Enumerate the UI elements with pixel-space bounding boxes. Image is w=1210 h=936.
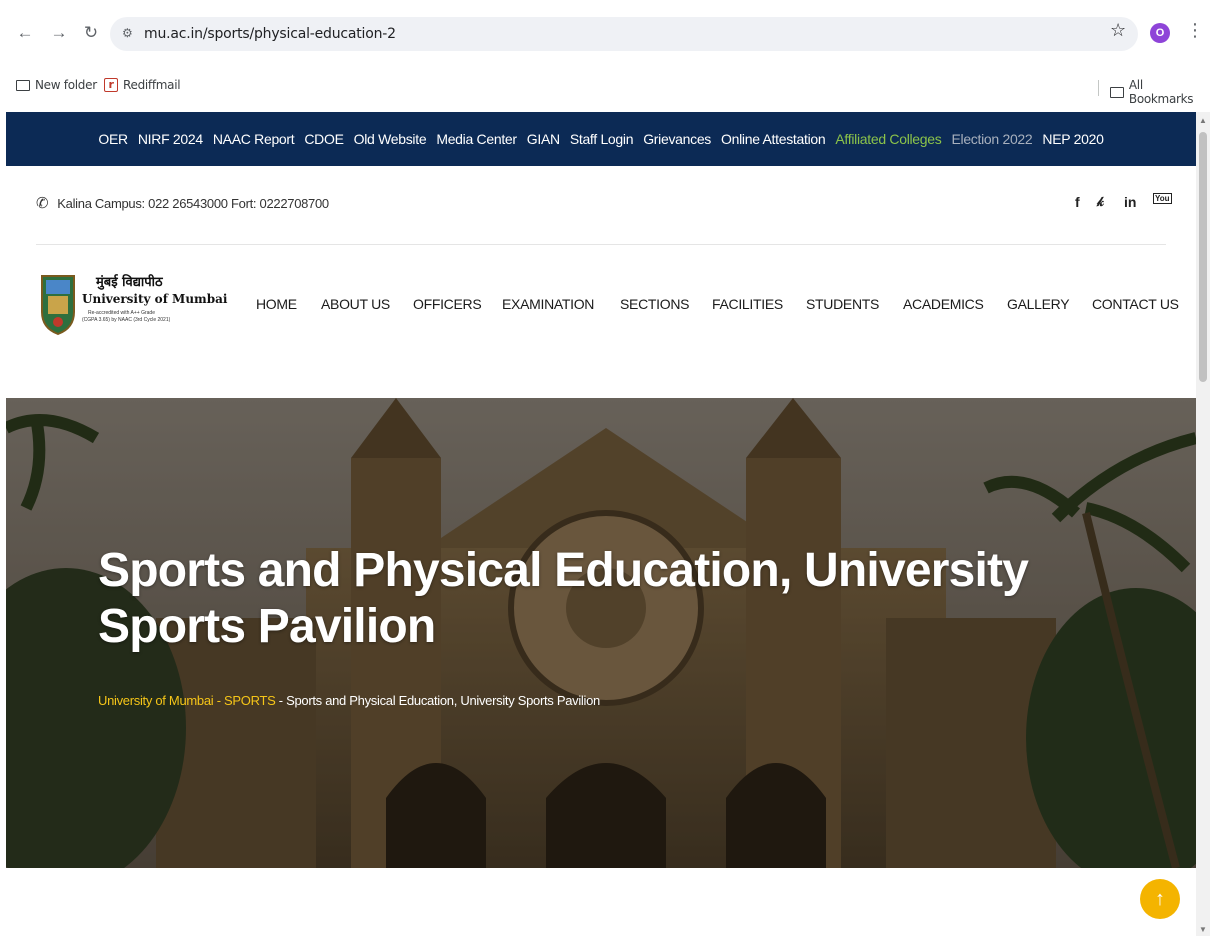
topnav-item-election-2022[interactable]: Election 2022 [946,131,1037,147]
contact-text: Kalina Campus: 022 26543000 Fort: 022270… [57,195,329,211]
phone-icon: ✆ [36,195,49,212]
folder-icon [16,79,30,91]
nav-officers[interactable]: OFFICERS [413,296,482,312]
topnav-item-cdoe[interactable]: CDOE [299,131,348,147]
twitter-icon[interactable]: 𝓀 [1097,194,1104,210]
contact-info: ✆ Kalina Campus: 022 26543000 Fort: 0222… [36,194,329,212]
logo-cgpa: (CGPA 3.65) by NAAC (3rd Cycle 2021) [82,317,171,323]
facebook-icon[interactable]: f [1075,194,1080,210]
nav-about-us[interactable]: ABOUT US [321,296,390,312]
nav-gallery[interactable]: GALLERY [1007,296,1070,312]
all-bookmarks-button[interactable]: All Bookmarks [1110,78,1210,106]
bookmark-rediffmail[interactable]: r Rediffmail [104,78,181,92]
forward-icon[interactable]: → [48,22,70,44]
nav-contact-us[interactable]: CONTACT US [1092,296,1179,312]
main-nav: HOME ABOUT US OFFICERS EXAMINATION SECTI… [0,296,1196,316]
header-divider [36,244,1166,245]
topnav-item-gian[interactable]: GIAN [522,131,565,147]
topnav-item-nep-2020[interactable]: NEP 2020 [1037,131,1108,147]
breadcrumb-home[interactable]: University of Mumbai [98,693,214,708]
topnav-item-nirf-2024[interactable]: NIRF 2024 [133,131,208,147]
topnav-item-media-center[interactable]: Media Center [431,131,521,147]
page-scrollbar[interactable]: ▲ ▼ [1196,112,1210,936]
bookmarks-divider [1098,80,1099,96]
nav-students[interactable]: STUDENTS [806,296,879,312]
linkedin-icon[interactable]: in [1124,194,1136,210]
nav-facilities[interactable]: FACILITIES [712,296,783,312]
back-to-top-button[interactable]: ↑ [1140,879,1180,919]
scroll-up-icon[interactable]: ▲ [1199,116,1207,125]
url-text[interactable]: mu.ac.in/sports/physical-education-2 [144,26,396,42]
address-bar[interactable]: ⚙ mu.ac.in/sports/physical-education-2 [110,17,1138,51]
top-utility-nav: OER NIRF 2024 NAAC Report CDOE Old Website Me… [6,112,1196,166]
nav-home[interactable]: HOME [256,296,297,312]
page-title: Sports and Physical Education, Universit… [98,544,1029,653]
breadcrumb-separator: - [278,693,287,708]
topnav-item-online-attestation[interactable]: Online Attestation [716,131,830,147]
bookmark-new-folder[interactable]: New folder [16,78,97,92]
nav-academics[interactable]: ACADEMICS [903,296,984,312]
rediffmail-icon: r [104,78,118,92]
browser-menu-icon[interactable]: ⋮ [1186,20,1204,41]
scroll-down-icon[interactable]: ▼ [1199,925,1207,934]
topnav-item-naac-report[interactable]: NAAC Report [208,131,300,147]
youtube-icon[interactable]: You [1153,193,1172,204]
nav-examination[interactable]: EXAMINATION [502,296,594,312]
back-icon[interactable]: ← [14,22,36,44]
breadcrumb-sports[interactable]: SPORTS [224,693,276,708]
breadcrumb: University of Mumbai - SPORTS - Sports a… [98,693,600,708]
reload-icon[interactable]: ↻ [80,22,102,44]
bookmark-star-icon[interactable]: ☆ [1110,20,1126,41]
browser-toolbar: ← → ↻ ⚙ mu.ac.in/sports/physical-educati… [0,0,1210,70]
bookmark-label: Rediffmail [123,78,181,92]
all-bookmarks-label: All Bookmarks [1128,78,1194,106]
topnav-item-oer[interactable]: OER [93,131,132,147]
logo-hindi-text: मुंबई विद्यापीठ [96,275,163,290]
bookmark-label: New folder [35,78,97,92]
breadcrumb-current: Sports and Physical Education, Universit… [286,693,600,708]
breadcrumb-separator: - [216,693,225,708]
topnav-item-old-website[interactable]: Old Website [349,131,432,147]
topnav-item-affiliated-colleges[interactable]: Affiliated Colleges [830,131,946,147]
folder-icon [1110,86,1124,98]
site-info-icon[interactable]: ⚙ [122,26,133,40]
bookmarks-bar: New folder r Rediffmail All Bookmarks [0,74,1210,106]
nav-sections[interactable]: SECTIONS [620,296,689,312]
scroll-thumb[interactable] [1199,132,1207,382]
hero-banner: Sports and Physical Education, Universit… [6,398,1196,868]
topnav-item-grievances[interactable]: Grievances [638,131,716,147]
topnav-item-staff-login[interactable]: Staff Login [565,131,638,147]
profile-avatar[interactable]: O [1150,23,1170,43]
